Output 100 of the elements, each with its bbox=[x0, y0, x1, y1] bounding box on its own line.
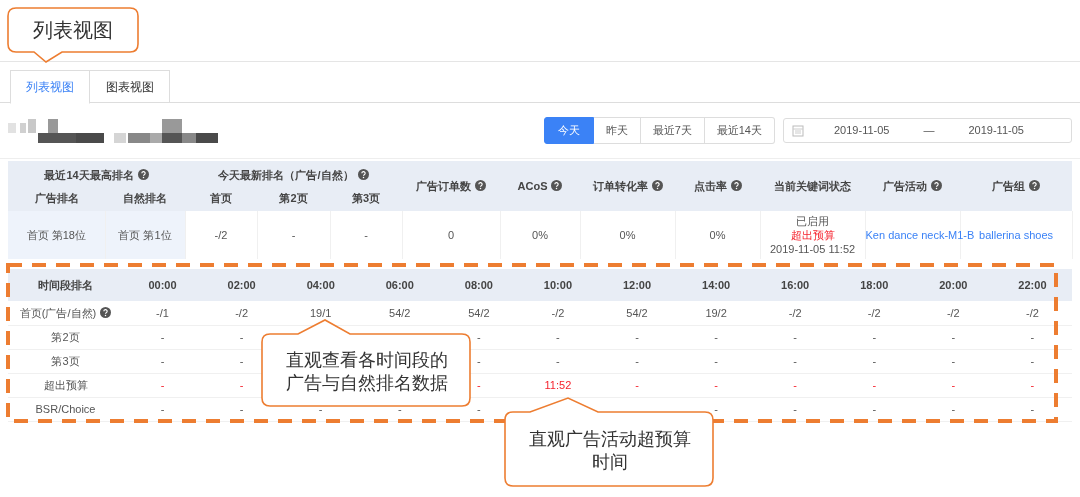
table-cell: - bbox=[518, 325, 598, 349]
range-button[interactable]: 最近7天 bbox=[640, 117, 705, 144]
table-cell: 54/2 bbox=[439, 301, 519, 325]
column-header: 02:00 bbox=[202, 269, 282, 301]
table-cell: - bbox=[202, 325, 282, 349]
column-header: 第3页 bbox=[330, 186, 402, 211]
table-cell: - bbox=[439, 325, 519, 349]
column-header: 14:00 bbox=[676, 269, 756, 301]
table-cell: - bbox=[439, 397, 519, 421]
table-cell: - bbox=[913, 349, 993, 373]
header-label: 当前关键词状态 bbox=[774, 179, 851, 192]
table-cell: 首页 第1位 bbox=[105, 211, 185, 259]
table-cell: - bbox=[834, 349, 914, 373]
table-cell: - bbox=[676, 397, 756, 421]
end-date: 2019-11-05 bbox=[968, 123, 1024, 139]
table-cell: - bbox=[123, 325, 203, 349]
table-cell: - bbox=[360, 397, 440, 421]
column-header: 第2页 bbox=[257, 186, 330, 211]
table-cell: 19/2 bbox=[676, 301, 756, 325]
column-header: 16:00 bbox=[755, 269, 835, 301]
status-text: 已启用 bbox=[795, 214, 830, 228]
table-cell: - bbox=[676, 373, 756, 397]
table-cell: 首页 第18位 bbox=[8, 211, 105, 259]
table-cell: - bbox=[992, 325, 1072, 349]
table-cell: - bbox=[755, 373, 835, 397]
header-label: 广告活动 bbox=[883, 179, 927, 192]
table-cell: - bbox=[202, 373, 282, 397]
table-cell: - bbox=[518, 349, 598, 373]
column-header: 22:00 bbox=[992, 269, 1072, 301]
table-cell: -/2 bbox=[834, 301, 914, 325]
callout-text: 列表视图 bbox=[33, 18, 113, 43]
row-label: 第2页 bbox=[8, 325, 123, 349]
table-cell: - bbox=[123, 349, 203, 373]
table-cell: - bbox=[992, 349, 1072, 373]
table-cell: - bbox=[202, 349, 282, 373]
table-cell: 54/2 bbox=[597, 301, 677, 325]
range-button[interactable]: 最近14天 bbox=[704, 117, 775, 144]
column-header: 广告排名 bbox=[8, 186, 105, 211]
callout-text: 直观广告活动超预算时间 bbox=[528, 428, 692, 474]
header-label: 订单转化率 bbox=[592, 179, 648, 192]
date-separator: — bbox=[923, 123, 935, 139]
status-text: 超出预算 bbox=[789, 228, 836, 242]
row-label: BSR/Choice bbox=[8, 397, 123, 421]
table-cell: -/2 bbox=[992, 301, 1072, 325]
table-cell: - bbox=[834, 397, 914, 421]
column-header: 18:00 bbox=[834, 269, 914, 301]
table-cell: - bbox=[123, 373, 203, 397]
table-cell: - bbox=[202, 397, 282, 421]
range-button[interactable]: 昨天 bbox=[593, 117, 641, 144]
table-cell: - bbox=[834, 373, 914, 397]
column-header: 时间段排名 bbox=[8, 269, 123, 301]
column-header: 06:00 bbox=[360, 269, 440, 301]
table-cell: 0% bbox=[580, 211, 675, 259]
table-cell: - bbox=[755, 349, 835, 373]
row-label: 首页(广告/自然) bbox=[19, 306, 97, 319]
tab[interactable]: 图表视图 bbox=[90, 70, 170, 103]
range-button[interactable]: 今天 bbox=[543, 117, 594, 144]
table-cell: - bbox=[597, 349, 677, 373]
link[interactable]: Ken dance neck-M1-B bbox=[865, 228, 975, 241]
table-cell: - bbox=[676, 349, 756, 373]
table-cell: 11:52 bbox=[518, 373, 598, 397]
table-cell: - bbox=[330, 211, 402, 259]
header-label: 最近14天最高排名 bbox=[44, 169, 134, 182]
table-cell: - bbox=[597, 373, 677, 397]
tab[interactable]: 列表视图 bbox=[10, 70, 90, 104]
table-cell: 0% bbox=[500, 211, 580, 259]
table-cell: - bbox=[281, 397, 361, 421]
table-cell: -/2 bbox=[185, 211, 257, 259]
header-label: 点击率 bbox=[693, 179, 727, 192]
table-cell: - bbox=[676, 325, 756, 349]
header-label: 广告组 bbox=[992, 179, 1025, 192]
table-cell: - bbox=[913, 373, 993, 397]
table-cell: 19/1 bbox=[281, 301, 361, 325]
column-header: 04:00 bbox=[281, 269, 361, 301]
column-header: 自然排名 bbox=[105, 186, 185, 211]
table-cell: - bbox=[834, 325, 914, 349]
calendar-icon bbox=[792, 124, 804, 137]
table-cell: 0% bbox=[675, 211, 760, 259]
row-label: 超出预算 bbox=[8, 373, 123, 397]
table-cell: 54/2 bbox=[360, 301, 440, 325]
table-cell: - bbox=[913, 397, 993, 421]
table-cell: - bbox=[257, 211, 330, 259]
table-cell: -/2 bbox=[913, 301, 993, 325]
table-cell: 0 bbox=[402, 211, 500, 259]
header-label: 广告订单数 bbox=[416, 179, 471, 192]
link[interactable]: ballerina shoes bbox=[979, 228, 1053, 241]
header-label: 今天最新排名（广告/自然） bbox=[218, 169, 354, 182]
table-cell: - bbox=[755, 397, 835, 421]
column-header: 00:00 bbox=[123, 269, 203, 301]
header-label: ACoS bbox=[517, 179, 548, 192]
table-cell: - bbox=[913, 325, 993, 349]
column-header: 首页 bbox=[185, 186, 257, 211]
date-range-field[interactable]: 2019-11-05 — 2019-11-05 bbox=[783, 118, 1072, 143]
table-cell: - bbox=[597, 325, 677, 349]
table-cell: - bbox=[992, 373, 1072, 397]
table-cell: - bbox=[755, 325, 835, 349]
column-header: 12:00 bbox=[597, 269, 677, 301]
column-header: 08:00 bbox=[439, 269, 519, 301]
table-cell: -/2 bbox=[202, 301, 282, 325]
table-cell: -/2 bbox=[755, 301, 835, 325]
